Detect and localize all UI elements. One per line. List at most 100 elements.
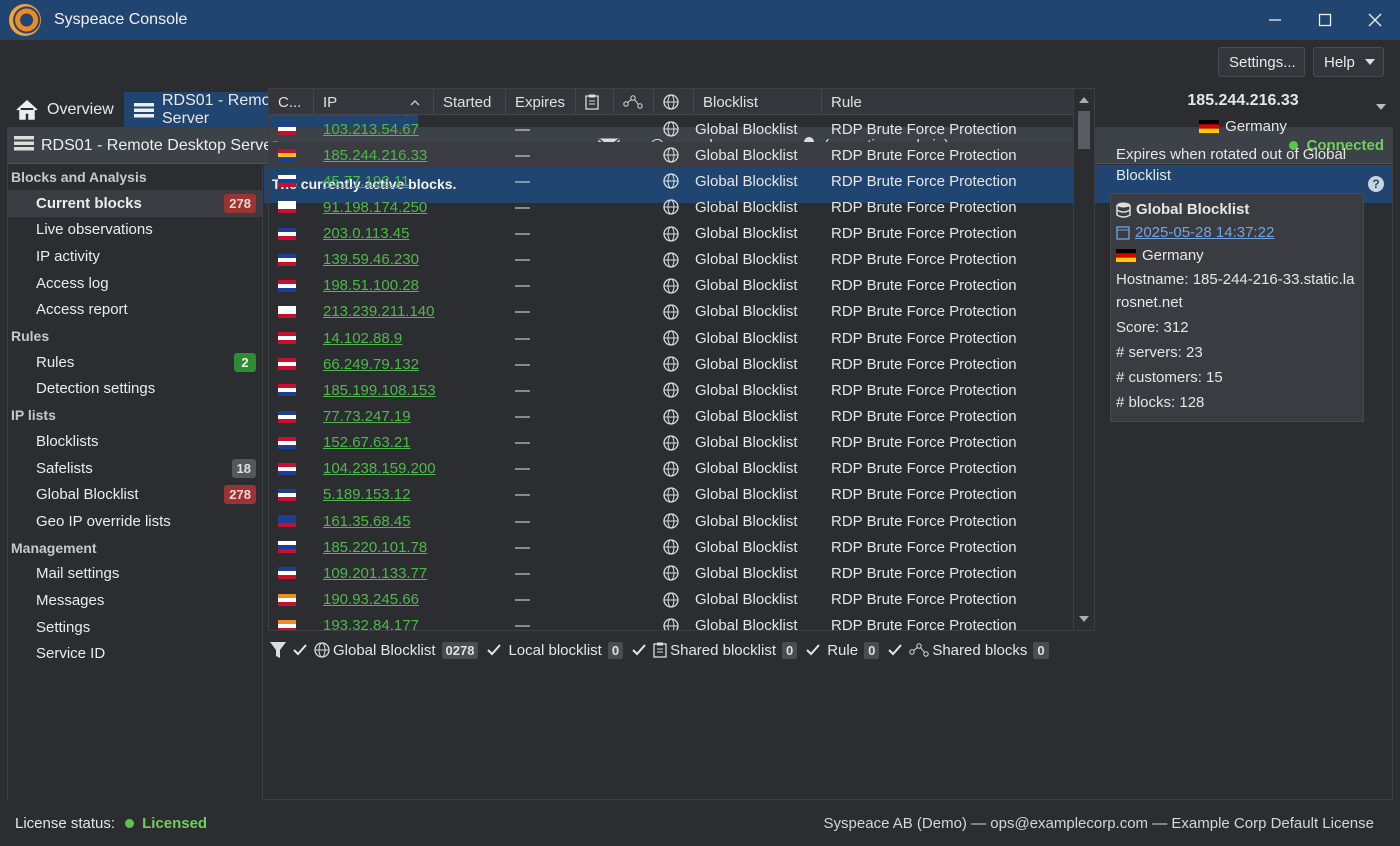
ip-link[interactable]: 91.198.174.250 xyxy=(323,194,427,220)
table-row[interactable]: 109.201.133.77 — Global Blocklist RDP Brute… xyxy=(269,560,1074,586)
table-row[interactable]: 139.59.46.230 — Global Blocklist RDP Brute … xyxy=(269,247,1074,273)
ip-link[interactable]: 198.51.100.28 xyxy=(323,273,419,299)
table-row[interactable]: 45.77.192.11 — Global Blocklist RDP Brute F… xyxy=(269,168,1074,194)
checkbox-checked-icon[interactable] xyxy=(631,642,647,658)
sidebar-item-detection-settings[interactable]: Detection settings xyxy=(8,376,262,403)
col-clipboard[interactable] xyxy=(576,89,614,115)
sidebar-item-blocklists[interactable]: Blocklists xyxy=(8,428,262,455)
rule-cell: RDP Brute Force Protection xyxy=(831,198,1017,216)
table-scrollbar[interactable] xyxy=(1073,89,1094,630)
col-ip[interactable]: IP xyxy=(314,89,434,115)
close-window-button[interactable] xyxy=(1350,0,1400,40)
expires-cell: — xyxy=(515,591,530,609)
ip-link[interactable]: 45.77.192.11 xyxy=(323,168,409,194)
ip-link[interactable]: 161.35.68.45 xyxy=(323,508,411,534)
table-row[interactable]: 5.189.153.12 — Global Blocklist RDP Brute F… xyxy=(269,482,1074,508)
sidebar-item-geo-ip-override-lists[interactable]: Geo IP override lists xyxy=(8,508,262,535)
sidebar-item-current-blocks[interactable]: Current blocks 278 xyxy=(8,190,262,217)
globe-icon xyxy=(663,94,679,110)
ip-link[interactable]: 104.238.159.200 xyxy=(323,456,436,482)
minimize-button[interactable] xyxy=(1250,0,1300,40)
col-started[interactable]: Started xyxy=(434,89,506,115)
table-row[interactable]: 77.73.247.19 — Global Blocklist RDP Brute F… xyxy=(269,404,1074,430)
table-header: C... IP Started Expires Blocklist Rule xyxy=(269,89,1074,115)
scroll-thumb[interactable] xyxy=(1078,111,1090,149)
help-button[interactable]: Help xyxy=(1313,47,1384,77)
maximize-button[interactable] xyxy=(1300,0,1350,40)
checkbox-checked-icon[interactable] xyxy=(292,642,308,658)
filter-shared-blocklist[interactable]: Shared blocklist 0 xyxy=(631,641,798,659)
table-row[interactable]: 14.102.88.9 — Global Blocklist RDP Brute Fo… xyxy=(269,325,1074,351)
filter-shared-blocks[interactable]: Shared blocks 0 xyxy=(887,641,1049,659)
table-row[interactable]: 104.238.159.200 — Global Blocklist RDP Brut… xyxy=(269,456,1074,482)
ip-link[interactable]: 185.244.216.33 xyxy=(323,142,427,168)
app-logo-icon xyxy=(9,4,41,36)
card-timestamp-link[interactable]: 2025-05-28 14:37:22 xyxy=(1135,224,1274,241)
ip-link[interactable]: 185.220.101.78 xyxy=(323,534,427,560)
rule-cell: RDP Brute Force Protection xyxy=(831,617,1017,631)
ip-link[interactable]: 203.0.113.45 xyxy=(323,221,409,247)
table-row[interactable]: 198.51.100.28 — Global Blocklist RDP Brute … xyxy=(269,273,1074,299)
col-global[interactable] xyxy=(654,89,694,115)
table-row[interactable]: 185.220.101.78 — Global Blocklist RDP Brute… xyxy=(269,534,1074,560)
ip-link[interactable]: 5.189.153.12 xyxy=(323,482,411,508)
rule-cell: RDP Brute Force Protection xyxy=(831,434,1017,452)
col-country[interactable]: C... xyxy=(269,89,314,115)
ip-link[interactable]: 66.249.79.132 xyxy=(323,351,419,377)
sidebar-item-ip-activity[interactable]: IP activity xyxy=(8,243,262,270)
table-row[interactable]: 185.244.216.33 — Global Blocklist RDP Brute… xyxy=(269,142,1074,169)
scroll-up-icon[interactable] xyxy=(1079,97,1089,103)
table-row[interactable]: 193.32.84.177 — Global Blocklist RDP Brute … xyxy=(269,613,1074,631)
ip-link[interactable]: 77.73.247.19 xyxy=(323,404,411,430)
sidebar-item-global-blocklist[interactable]: Global Blocklist 278 xyxy=(8,481,262,508)
table-row[interactable]: 185.199.108.153 — Global Blocklist RDP Brut… xyxy=(269,377,1074,403)
ip-link[interactable]: 14.102.88.9 xyxy=(323,325,402,351)
rule-cell: RDP Brute Force Protection xyxy=(831,172,1017,190)
scroll-down-icon[interactable] xyxy=(1079,616,1089,622)
filter-local-blocklist[interactable]: Local blocklist 0 xyxy=(486,641,624,659)
sidebar-item-settings[interactable]: Settings xyxy=(8,614,262,641)
sidebar-item-rules[interactable]: Rules 2 xyxy=(8,349,262,376)
filter-global-blocklist[interactable]: Global Blocklist 0278 xyxy=(292,641,479,659)
sidebar-item-mail-settings[interactable]: Mail settings xyxy=(8,561,262,588)
col-rule[interactable]: Rule xyxy=(822,89,1074,115)
table-row[interactable]: 203.0.113.45 — Global Blocklist RDP Brute F… xyxy=(269,221,1074,247)
blocklist-cell: Global Blocklist xyxy=(695,408,798,426)
table-row[interactable]: 161.35.68.45 — Global Blocklist RDP Brute F… xyxy=(269,508,1074,534)
table-row[interactable]: 91.198.174.250 — Global Blocklist RDP Brute… xyxy=(269,194,1074,220)
ip-link[interactable]: 109.201.133.77 xyxy=(323,560,427,586)
checkbox-checked-icon[interactable] xyxy=(887,642,903,658)
col-expires[interactable]: Expires xyxy=(506,89,576,115)
ip-link[interactable]: 190.93.245.66 xyxy=(323,587,419,613)
sidebar-item-label: Settings xyxy=(36,618,91,636)
ip-link[interactable]: 152.67.63.21 xyxy=(323,430,411,456)
filter-icon[interactable] xyxy=(270,641,286,659)
sidebar-item-safelists[interactable]: Safelists 18 xyxy=(8,455,262,482)
ip-link[interactable]: 103.213.54.67 xyxy=(323,116,419,142)
sidebar-item-service-id[interactable]: Service ID xyxy=(8,640,262,667)
checkbox-checked-icon[interactable] xyxy=(805,642,821,658)
rule-cell: RDP Brute Force Protection xyxy=(831,303,1017,321)
col-blocklist[interactable]: Blocklist xyxy=(694,89,822,115)
ip-link[interactable]: 139.59.46.230 xyxy=(323,247,419,273)
filter-rule[interactable]: Rule 0 xyxy=(805,641,880,659)
license-dot-icon xyxy=(125,818,135,828)
table-row[interactable]: 152.67.63.21 — Global Blocklist RDP Brute F… xyxy=(269,430,1074,456)
table-row[interactable]: 103.213.54.67 — Global Blocklist RDP Brute … xyxy=(269,116,1074,142)
card-list-name: Global Blocklist xyxy=(1136,201,1250,218)
col-shared[interactable] xyxy=(614,89,654,115)
ip-link[interactable]: 213.239.211.140 xyxy=(323,299,435,325)
country-flag-icon xyxy=(278,508,296,534)
tab-overview[interactable]: Overview xyxy=(5,92,119,127)
sidebar-item-access-report[interactable]: Access report xyxy=(8,296,262,323)
sidebar-item-messages[interactable]: Messages xyxy=(8,587,262,614)
sidebar-item-live-observations[interactable]: Live observations xyxy=(8,217,262,244)
ip-link[interactable]: 185.199.108.153 xyxy=(323,377,436,403)
sidebar-item-access-log[interactable]: Access log xyxy=(8,270,262,297)
table-row[interactable]: 66.249.79.132 — Global Blocklist RDP Brute … xyxy=(269,351,1074,377)
settings-button[interactable]: Settings... xyxy=(1218,47,1305,77)
ip-link[interactable]: 193.32.84.177 xyxy=(323,613,419,630)
checkbox-checked-icon[interactable] xyxy=(486,642,502,658)
table-row[interactable]: 213.239.211.140 — Global Blocklist RDP Brut… xyxy=(269,299,1074,325)
table-row[interactable]: 190.93.245.66 — Global Blocklist RDP Brute … xyxy=(269,587,1074,613)
